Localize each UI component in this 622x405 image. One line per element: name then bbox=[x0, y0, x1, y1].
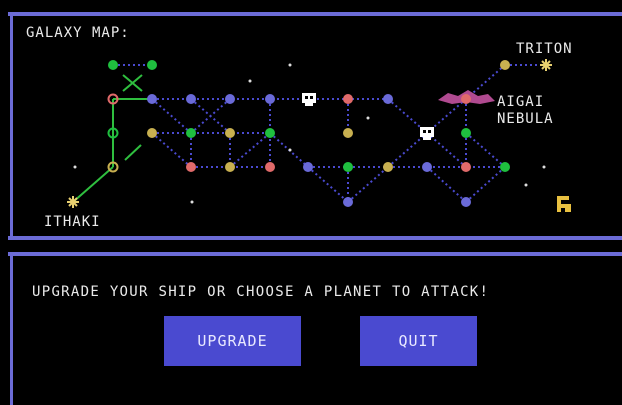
skull-icon bbox=[302, 93, 316, 106]
planet bbox=[186, 128, 196, 138]
ithaki-label: ITHAKI bbox=[44, 214, 101, 230]
background-stars bbox=[73, 63, 546, 204]
planet bbox=[265, 128, 275, 138]
triton-label: TRITON bbox=[516, 41, 573, 57]
planet bbox=[225, 128, 235, 138]
sun-icon bbox=[540, 59, 552, 71]
planet bbox=[461, 162, 471, 172]
planet bbox=[500, 60, 510, 70]
planet bbox=[225, 162, 235, 172]
planet bbox=[108, 60, 118, 70]
skull-icon bbox=[420, 127, 434, 140]
quit-button[interactable]: QUIT bbox=[360, 316, 477, 366]
planet bbox=[147, 60, 157, 70]
planet bbox=[422, 162, 432, 172]
planet bbox=[186, 94, 196, 104]
planet bbox=[265, 94, 275, 104]
route-links bbox=[113, 64, 546, 203]
galaxy-map-title: GALAXY MAP: bbox=[26, 25, 130, 41]
planet bbox=[500, 162, 510, 172]
planet bbox=[461, 197, 471, 207]
planet bbox=[461, 94, 471, 104]
upgrade-button[interactable]: UPGRADE bbox=[164, 316, 301, 366]
planet bbox=[383, 162, 393, 172]
planet bbox=[265, 162, 275, 172]
planet bbox=[147, 94, 157, 104]
planet bbox=[383, 94, 393, 104]
planet bbox=[343, 94, 353, 104]
command-prompt: UPGRADE YOUR SHIP OR CHOOSE A PLANET TO … bbox=[32, 284, 490, 300]
planet bbox=[186, 162, 196, 172]
planet bbox=[303, 162, 313, 172]
planet bbox=[343, 128, 353, 138]
aigai-label-line2: NEBULA bbox=[497, 111, 554, 127]
planet bbox=[147, 128, 157, 138]
planet bbox=[461, 128, 471, 138]
planet bbox=[225, 94, 235, 104]
planet bbox=[343, 162, 353, 172]
aigai-label-line1: AIGAI bbox=[497, 94, 545, 110]
ship-icon bbox=[557, 196, 571, 212]
planet bbox=[343, 197, 353, 207]
galaxy-map bbox=[67, 59, 571, 212]
